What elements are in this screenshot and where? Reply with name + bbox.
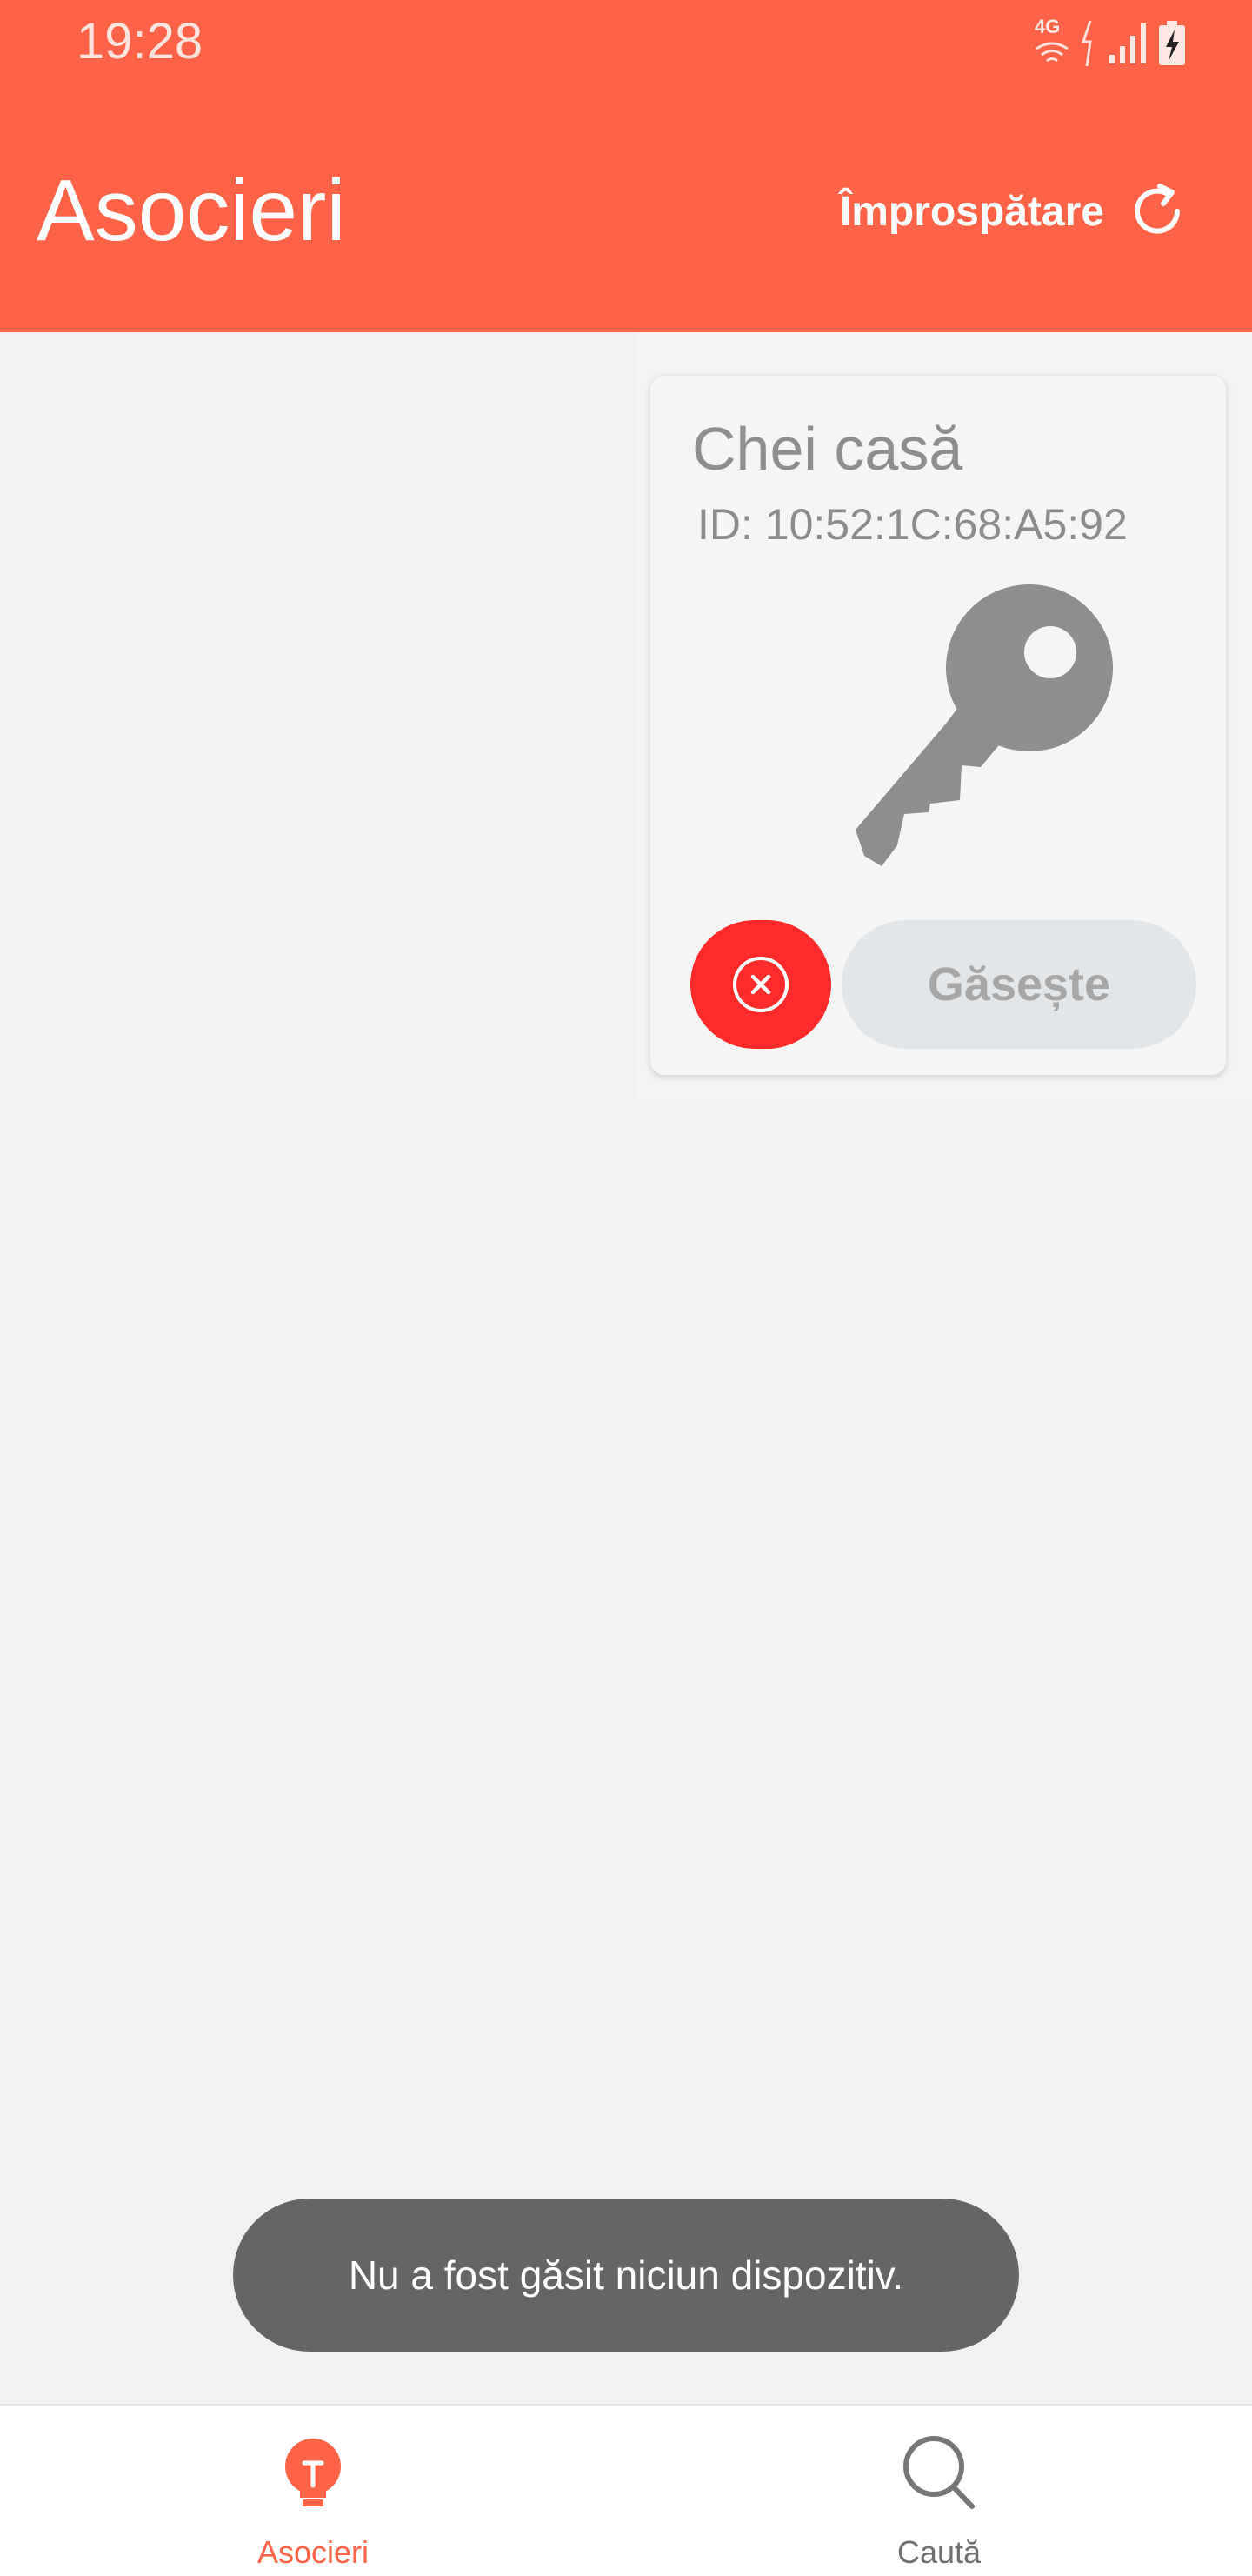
battery-charging-icon [1159, 21, 1185, 65]
close-circle-icon [733, 957, 789, 1012]
key-icon [685, 584, 1198, 871]
toast-message: Nu a fost găsit niciun dispozitiv. [233, 2199, 1019, 2352]
network-type: 4G [1035, 16, 1061, 37]
page-title: Asocieri [37, 162, 346, 259]
app-bar: 19:28 4G Asocieri Împrospătare [0, 0, 1252, 332]
device-name: Chei casă [692, 415, 963, 483]
remove-device-button[interactable] [690, 920, 831, 1049]
search-icon [903, 2436, 975, 2509]
device-card[interactable]: Chei casă ID: 10:52:1C:68:A5:92 Găsește [650, 376, 1226, 1075]
nav-item-cauta[interactable]: Caută [626, 2406, 1252, 2576]
signal-icon [1109, 23, 1146, 63]
device-id: ID: 10:52:1C:68:A5:92 [697, 500, 1128, 549]
refresh-label: Împrospătare [839, 188, 1104, 235]
data-transfer-icon [1081, 20, 1092, 67]
refresh-button[interactable]: Împrospătare [840, 179, 1188, 244]
bottom-nav: Asocieri Caută [0, 2404, 1252, 2576]
find-button[interactable]: Găsește [842, 920, 1196, 1049]
wifi-icon: 4G [1033, 16, 1071, 68]
refresh-icon [1135, 184, 1180, 234]
nav-label-cauta: Caută [896, 2534, 982, 2570]
status-icons: 4G [1033, 16, 1186, 70]
status-time: 19:28 [77, 13, 203, 70]
lightbulb-icon [285, 2439, 341, 2506]
